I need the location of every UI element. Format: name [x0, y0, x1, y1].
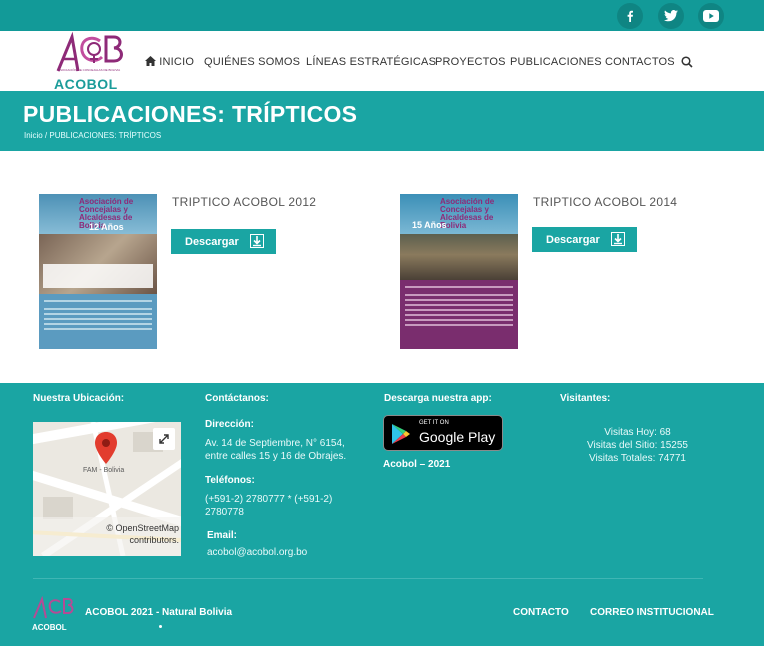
logo-text: ACOBOL: [54, 76, 118, 92]
app-heading: Descarga nuestra app:: [384, 393, 492, 404]
logo-small-text: ASOCIACIÓN DE CONCEJALAS DE BOLIVIA: [58, 68, 121, 72]
download-2012-button[interactable]: Descargar: [171, 229, 276, 254]
triptico-2014-thumbnail[interactable]: Asociación de Concejalas y Alcaldesas de…: [400, 194, 518, 349]
thumb-photo: [400, 234, 518, 280]
triptico-2014-title: TRIPTICO ACOBOL 2014: [533, 195, 678, 209]
map-place-label: FAM - Bolivia: [83, 467, 125, 474]
twitter-icon[interactable]: [658, 3, 684, 29]
nav-lineas-estrategicas[interactable]: LÍNEAS ESTRATÉGICAS: [306, 56, 436, 68]
copyright-text: ACOBOL 2021 - Natural Bolivia: [85, 607, 233, 618]
download-icon: [611, 232, 625, 246]
download-2012-label: Descargar: [185, 235, 239, 248]
social-bar: [0, 0, 764, 31]
gplay-small-text: GET IT ON: [419, 420, 449, 426]
google-play-badge[interactable]: GET IT ON Google Play: [383, 415, 503, 451]
thumb-years: 12 Años: [89, 222, 124, 232]
facebook-icon[interactable]: [617, 3, 643, 29]
thumb-years: 15 Años: [412, 220, 447, 230]
nav-inicio[interactable]: INICIO: [145, 56, 194, 68]
fullscreen-icon[interactable]: [153, 428, 175, 450]
telefonos-text: (+591-2) 2780777 * (+591-2) 2780778: [205, 494, 333, 518]
nav-proyectos[interactable]: PROYECTOS: [435, 56, 506, 68]
search-icon[interactable]: [681, 55, 693, 73]
home-icon: [145, 56, 156, 66]
direccion-text: Av. 14 de Septiembre, N° 6154, entre cal…: [205, 438, 347, 462]
page-title: PUBLICACIONES: TRÍPTICOS: [23, 101, 358, 127]
thumb-text-block: [39, 294, 157, 349]
thumb-text-block: [400, 280, 518, 349]
footer-logo-mark-icon: [33, 595, 74, 619]
location-map[interactable]: FAM - Bolivia © OpenStreetMap contributo…: [33, 422, 181, 556]
triptico-2012-thumbnail[interactable]: Asociación de Concejalas y Alcaldesas de…: [39, 194, 157, 349]
download-2014-label: Descargar: [546, 233, 600, 246]
footer-link-contacto[interactable]: CONTACTO: [513, 607, 569, 618]
nav-quienes-somos[interactable]: QUIÉNES SOMOS: [204, 56, 300, 68]
visitas-hoy: Visitas Hoy: 68: [604, 427, 671, 438]
visitas-totales: Visitas Totales: 74771: [589, 453, 686, 464]
nav-publicaciones[interactable]: PUBLICACIONES: [510, 56, 602, 68]
download-2014-button[interactable]: Descargar: [532, 227, 637, 252]
footer-logo[interactable]: ACOBOL: [30, 595, 78, 632]
email-link[interactable]: acobol@acobol.org.bo: [207, 546, 307, 559]
app-caption: Acobol – 2021: [383, 459, 451, 470]
contact-heading: Contáctanos:: [205, 393, 269, 404]
thumb-heading: Asociación de Concejalas y Alcaldesas de…: [440, 197, 495, 230]
map-pin-icon: [95, 432, 117, 464]
visitantes-heading: Visitantes:: [560, 393, 611, 404]
visitas-sitio: Visitas del Sitio: 15255: [587, 440, 688, 451]
footer-logo-text: ACOBOL: [32, 623, 67, 632]
google-play-icon: [392, 424, 410, 444]
telefonos-label: Teléfonos:: [205, 475, 255, 486]
thumb-photo-banner: [43, 264, 153, 288]
email-label: Email:: [207, 530, 238, 541]
footer-divider: [33, 578, 703, 579]
ubicacion-heading: Nuestra Ubicación:: [33, 393, 125, 404]
breadcrumb-home[interactable]: Inicio: [24, 131, 43, 140]
footer-dot: [159, 625, 162, 628]
download-icon: [250, 234, 264, 248]
youtube-icon[interactable]: [698, 3, 724, 29]
nav-inicio-label: INICIO: [159, 56, 195, 68]
gplay-big-text: Google Play: [419, 429, 496, 445]
triptico-2012-title: TRIPTICO ACOBOL 2012: [172, 195, 317, 209]
breadcrumb-current: PUBLICACIONES: TRÍPTICOS: [49, 131, 162, 140]
breadcrumb: Inicio / PUBLICACIONES: TRÍPTICOS: [24, 131, 161, 140]
footer-link-correo[interactable]: CORREO INSTITUCIONAL: [590, 607, 714, 618]
nav-contactos[interactable]: CONTACTOS: [605, 56, 675, 68]
direccion-label: Dirección:: [205, 419, 254, 430]
map-attribution[interactable]: © OpenStreetMap contributors.: [93, 522, 179, 546]
